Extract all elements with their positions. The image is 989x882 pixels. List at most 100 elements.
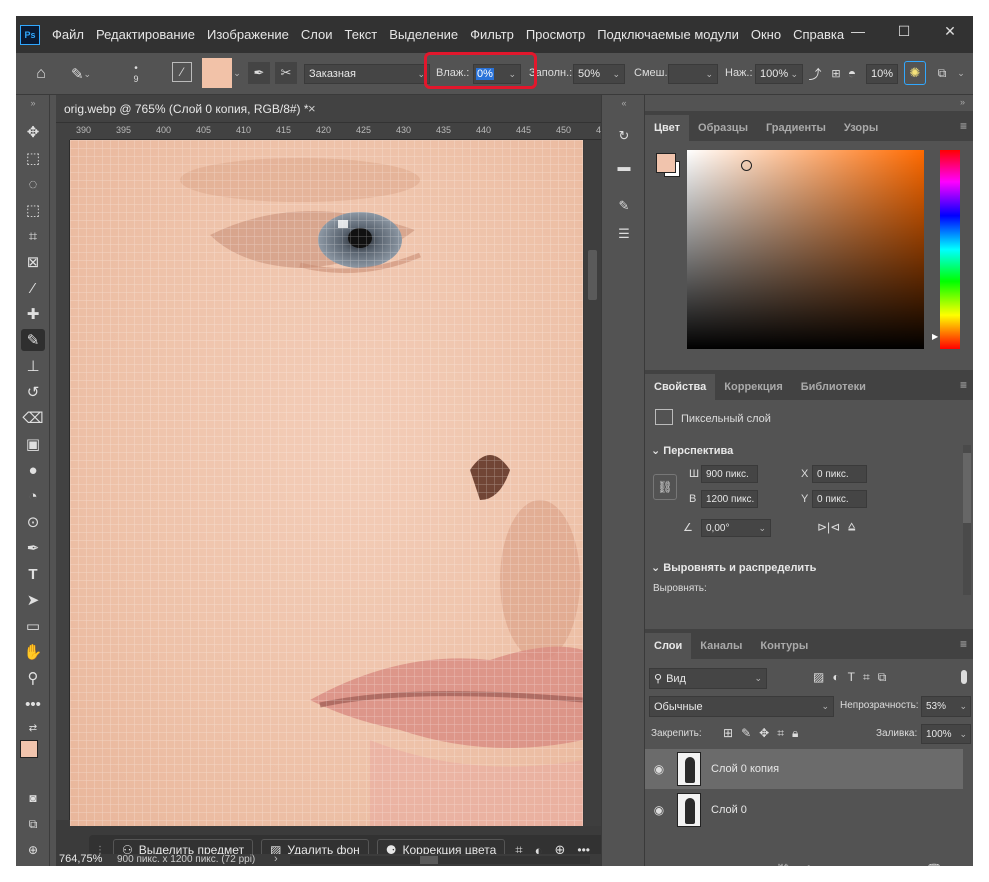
menu-item[interactable]: Изображение [201,27,295,42]
layers-panel-menu-icon[interactable]: ≡ [960,637,967,651]
crop-tool-icon[interactable]: ⌗ [21,225,45,247]
y-input[interactable]: 0 пикс. [812,490,867,508]
eye-icon[interactable]: ◉ [645,803,673,817]
object-select-tool-icon[interactable]: ⬚ [21,199,45,221]
lock-pixels-icon[interactable]: ✎ [741,726,751,741]
filter-pixel-icon[interactable]: ▨ [813,670,824,685]
layer-style-icon[interactable]: fx [806,863,815,866]
mix-input[interactable]: ⌄ [668,64,718,84]
history-brush-tool-icon[interactable]: ↺ [21,381,45,403]
saturation-value-field[interactable] [687,150,924,349]
blend-mode-select[interactable]: Обычные ⌄ [649,696,834,717]
image-canvas[interactable] [70,140,583,826]
layers-panel-tab[interactable]: Слои [645,633,692,659]
maximize-icon[interactable]: ☐ [881,16,927,46]
brush-tool-icon[interactable]: ✎ [21,329,45,351]
properties-panel-tab[interactable]: Свойства [645,374,716,400]
zoom-tool-icon[interactable]: ⚲ [21,667,45,689]
rectangle-tool-icon[interactable]: ▭ [21,615,45,637]
color-panel-tab[interactable]: Цвет [645,115,690,141]
eye-icon[interactable]: ◉ [645,762,673,776]
comments-icon[interactable]: ▬ [613,155,635,177]
eraser-tool-icon[interactable]: ⌫ [21,407,45,429]
flip-vertical-icon[interactable]: ⩠ [848,519,855,534]
eyedropper-tool-icon[interactable]: ⁄ [21,277,45,299]
color-panel-tab[interactable]: Градиенты [757,115,835,141]
x-input[interactable]: 0 пикс. [812,465,867,483]
collapse-toolbar-icon[interactable]: » [21,97,45,109]
fill-input[interactable]: 50% ⌄ [573,64,625,84]
color-picker-cursor[interactable] [741,160,752,171]
close-document-icon[interactable]: × [308,101,316,116]
document-tab[interactable]: orig.webp @ 765% (Слой 0 копия, RGB/8#) … [56,95,601,123]
preset-select[interactable]: Заказная ⌄ [304,64,430,84]
clean-brush-icon[interactable]: ✂ [275,62,297,84]
mixer-brush-icon[interactable]: ✎ ⌄ [66,62,96,86]
pen-tool-icon[interactable]: ✒ [21,537,45,559]
quick-mask-icon[interactable]: ◙ [21,787,45,809]
menu-item[interactable]: Текст [339,27,384,42]
new-layer-icon[interactable]: ⊞ [901,863,911,866]
zoom-level[interactable]: 764,75% [59,853,102,865]
stamp-tool-icon[interactable]: ⊥ [21,355,45,377]
collapse-panels-icon[interactable]: » [960,97,965,107]
more-tools-icon[interactable]: ••• [21,693,45,715]
type-tool-icon[interactable]: T [21,563,45,585]
filter-smart-icon[interactable]: ⧉ [878,670,887,685]
zoom-pen-tool-icon[interactable]: ⊙ [21,511,45,533]
filter-adjustment-icon[interactable]: ◐ [832,670,839,685]
smoothing-input[interactable]: 10% [866,64,898,84]
history-icon[interactable]: ↻ [613,125,635,147]
swap-colors-icon[interactable]: ⇄ [21,717,45,739]
pressure-opacity-icon[interactable]: ⤴ [806,63,824,83]
link-dimensions-icon[interactable]: ⛓ [653,474,677,500]
close-window-icon[interactable]: ✕ [927,16,973,46]
gradient-tool-icon[interactable]: ▣ [21,433,45,455]
minimize-icon[interactable]: — [835,16,881,46]
angle-input[interactable]: 0,00° ⌄ [701,519,771,537]
move-tool-icon[interactable]: ✥ [21,121,45,143]
fill-input[interactable]: 100% ⌄ [921,724,971,744]
color-panel-menu-icon[interactable]: ≡ [960,119,967,133]
airbrush-icon[interactable]: ◓ [842,63,862,83]
layers-panel-tab[interactable]: Каналы [691,633,751,659]
layer-row[interactable]: ◉ Слой 0 копия [645,749,963,789]
load-brush-icon[interactable]: ✒ [248,62,270,84]
flip-horizontal-icon[interactable]: ⊳|⊲ [817,520,840,534]
brush-presets-icon[interactable]: ☰ [613,223,635,245]
brush-settings-icon[interactable]: ⁄ [172,62,192,82]
menu-item[interactable]: Фильтр [464,27,520,42]
menu-item[interactable]: Подключаемые модули [591,27,745,42]
properties-panel-tab[interactable]: Коррекция [715,374,791,400]
properties-panel-menu-icon[interactable]: ≡ [960,378,967,392]
properties-panel-tab[interactable]: Библиотеки [792,374,875,400]
lock-transparency-icon[interactable]: ⊞ [723,726,733,741]
symmetry-icon[interactable]: ⧉ [932,63,952,83]
menu-item[interactable]: Редактирование [90,27,201,42]
scroll-thumb[interactable] [588,250,597,300]
collapse-icons-icon[interactable]: « [613,97,635,109]
properties-scrollbar[interactable] [963,445,971,595]
filter-toggle[interactable] [961,670,967,684]
new-group-icon[interactable]: ▭ [875,863,886,866]
hue-slider[interactable] [940,150,960,349]
layers-panel-tab[interactable]: Контуры [751,633,817,659]
lasso-tool-icon[interactable]: ◌ [21,173,45,195]
status-arrow-icon[interactable]: › [274,853,278,865]
horizontal-scrollbar[interactable] [290,856,590,864]
lock-all-icon[interactable]: 🔒︎ [792,726,798,741]
color-panel-tab[interactable]: Узоры [835,115,887,141]
width-input[interactable]: 900 пикс. [701,465,758,483]
layer-filter-select[interactable]: ⚲ Вид ⌄ [649,668,767,689]
blur-tool-icon[interactable]: ● [21,459,45,481]
menu-item[interactable]: Файл [46,27,90,42]
brush-size-picker[interactable]: • 9 [126,59,146,87]
swatch-chevron-icon[interactable]: ⌄ [232,65,242,81]
opacity-input[interactable]: 53% ⌄ [921,696,971,717]
height-input[interactable]: 1200 пикс. [701,490,758,508]
hand-tool-icon[interactable]: ✋ [21,641,45,663]
layer-row[interactable]: ◉ Слой 0 [645,790,963,830]
healing-brush-tool-icon[interactable]: ✚ [21,303,45,325]
link-layers-icon[interactable]: ⛓ [776,863,791,866]
lightbulb-icon[interactable]: ✺ [904,61,926,85]
